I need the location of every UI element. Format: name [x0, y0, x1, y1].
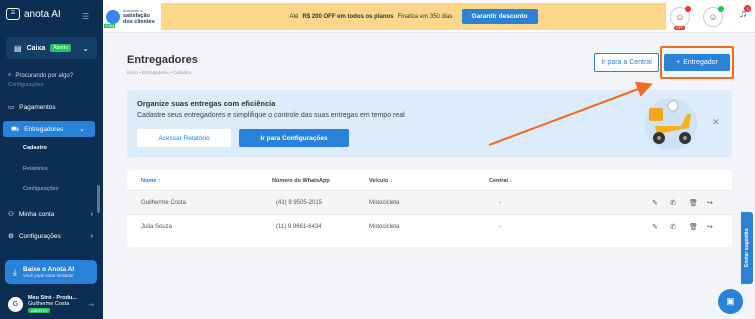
sidebar-subitem-cadastro[interactable]: Cadastro: [23, 145, 47, 151]
cell-name: Guilherme Costa: [141, 199, 187, 206]
sidebar-item-minha-conta[interactable]: ⚇ Minha conta ›: [0, 206, 103, 222]
cell-phone: (11) 9 9661-6434: [276, 223, 322, 230]
claim-discount-button[interactable]: Garantir desconto: [461, 9, 538, 24]
cell-phone: (41) 9 9505-2015: [276, 199, 323, 206]
access-report-button[interactable]: Acessar Relatório: [137, 129, 231, 147]
share-icon[interactable]: ↪: [707, 199, 713, 207]
offer-icon[interactable]: ☺ OFF: [670, 6, 691, 30]
promo-offer: R$ 200 OFF em todos os planos: [302, 13, 394, 20]
store-profile[interactable]: G Meu Stró - Produ... Guilherme Costa AB…: [5, 292, 97, 316]
share-icon[interactable]: ↪: [707, 223, 713, 231]
edit-icon[interactable]: ✎: [652, 199, 658, 207]
main-content: Entregadores Início • Entregadores • Cad…: [103, 33, 755, 319]
survey-line3: dos clientes: [123, 19, 155, 25]
survey-icon: Grátis: [104, 9, 120, 28]
column-header-name[interactable]: Nome ↑: [141, 178, 161, 184]
column-header-vehicle[interactable]: Veículo ↓: [369, 178, 393, 184]
go-to-settings-button[interactable]: Ir para Configurações: [239, 129, 349, 147]
logo[interactable]: ☰ anota AI: [6, 8, 61, 20]
cell-vehicle: Motocicleta: [369, 199, 400, 206]
whatsapp-icon[interactable]: ✆: [670, 199, 676, 207]
store-user: Guilherme Costa: [28, 300, 70, 307]
chevron-right-icon: ›: [90, 232, 93, 240]
search-icon: ⌕: [8, 72, 12, 78]
user-icon: ⚇: [8, 211, 14, 218]
column-header-whatsapp: Número do WhatsApp: [272, 178, 330, 184]
payment-icon: ▭: [8, 104, 15, 111]
download-subtitle: Você pode estar limitado!: [22, 273, 74, 278]
sidebar-item-configuracoes[interactable]: ⚙ Configurações ›: [0, 228, 103, 244]
sidebar-item-label: Minha conta: [18, 210, 55, 218]
sidebar-search[interactable]: ⌕ Procurando por algo?: [8, 72, 73, 79]
chat-icon[interactable]: ▣: [718, 289, 743, 314]
trash-icon[interactable]: 🗑: [689, 199, 698, 207]
cell-name: Julia Souza: [141, 223, 173, 230]
page-title: Entregadores: [127, 54, 198, 66]
search-input[interactable]: Procurando por algo?: [15, 73, 73, 79]
cell-central: -: [499, 199, 501, 206]
banner-text: Cadastre seus entregadores e simplifique…: [137, 112, 405, 119]
chevron-down-icon: ⌄: [82, 43, 89, 53]
sidebar-item-pagamentos[interactable]: ▭ Pagamentos: [0, 99, 103, 115]
caixa-selector[interactable]: ▤ Caixa Aberto ⌄: [6, 37, 97, 59]
collapse-sidebar-icon[interactable]: ☰: [82, 12, 89, 21]
status-icon[interactable]: ☺: [703, 6, 724, 27]
column-header-central[interactable]: Central ↓: [489, 178, 512, 184]
scrolled-item-label: Configurações: [8, 82, 44, 88]
caixa-status-badge: Aberto: [50, 44, 71, 52]
download-icon: ⤓: [13, 266, 17, 277]
logo-icon: ☰: [6, 8, 20, 20]
online-dot: [718, 6, 724, 12]
cell-vehicle: Motocicleta: [369, 223, 400, 230]
notification-count: 1: [744, 5, 752, 12]
notification-dot: [685, 6, 691, 12]
send-suggestion-tab[interactable]: Enviar sugestão: [741, 212, 753, 284]
sidebar: ☰ anota AI ☰ ▤ Caixa Aberto ⌄ ⌕ Procuran…: [0, 0, 103, 319]
sidebar-subitem-configuracoes[interactable]: Configurações: [23, 186, 58, 192]
banner-heading: Organize suas entregas com eficiência: [137, 99, 276, 108]
download-title: Baixe o Anota AI: [22, 266, 75, 273]
whatsapp-icon[interactable]: ✆: [670, 223, 676, 231]
gear-icon: ⚙: [8, 233, 14, 240]
go-to-central-button[interactable]: Ir para a Central: [594, 53, 659, 72]
sidebar-item-label: Pagamentos: [19, 103, 56, 111]
store-status-badge: ABERTO: [28, 307, 51, 313]
sidebar-item-entregadores[interactable]: ⛟ Entregadores ⌄: [3, 121, 95, 137]
couriers-table: Nome ↑ Número do WhatsApp Veículo ↓ Cent…: [127, 170, 732, 247]
table-row[interactable]: Guilherme Costa (41) 9 9505-2015 Motocic…: [127, 190, 732, 214]
scooter-illustration: [645, 98, 697, 150]
highlight-box: [660, 46, 734, 79]
caixa-label: Caixa: [26, 44, 46, 52]
register-icon: ▤: [14, 43, 22, 53]
off-tag: OFF: [674, 26, 685, 30]
survey-free-tag: Grátis: [104, 23, 116, 28]
info-banner: Organize suas entregas com eficiência Ca…: [127, 90, 732, 157]
sidebar-subitem-relatorios[interactable]: Relatórios: [23, 166, 48, 172]
close-icon[interactable]: ✕: [712, 117, 720, 128]
edit-icon[interactable]: ✎: [652, 223, 658, 231]
logo-text: anota AI: [24, 8, 61, 20]
sidebar-item-label: Configurações: [18, 232, 61, 240]
chevron-right-icon: ›: [90, 210, 93, 218]
download-app-button[interactable]: ⤓ Baixe o Anota AI Você pode estar limit…: [5, 260, 97, 284]
sidebar-item-label: Entregadores: [24, 125, 64, 133]
delivery-truck-icon: ⛟: [11, 125, 20, 133]
trash-icon[interactable]: 🗑: [689, 223, 698, 231]
promo-banner: Até R$ 200 OFF em todos os planos Finali…: [161, 3, 666, 30]
breadcrumb: Início • Entregadores • Cadastro: [127, 70, 192, 75]
cell-central: -: [499, 223, 501, 230]
bell-icon[interactable]: ♫ 1: [739, 5, 752, 20]
logout-icon[interactable]: ⇥: [88, 301, 94, 309]
satisfaction-survey-banner[interactable]: Grátis Aumente a satisfação dos clientes: [104, 3, 163, 30]
promo-pre: Até: [289, 13, 299, 20]
promo-deadline: Finaliza em 350 dias: [397, 13, 453, 20]
table-row[interactable]: Julia Souza (11) 9 9661-6434 Motocicleta…: [127, 214, 732, 238]
chevron-down-icon: ⌄: [79, 126, 85, 133]
avatar: G: [8, 296, 23, 312]
topbar: Grátis Aumente a satisfação dos clientes…: [103, 0, 755, 33]
store-name: Meu Stró - Produ...: [28, 294, 77, 301]
